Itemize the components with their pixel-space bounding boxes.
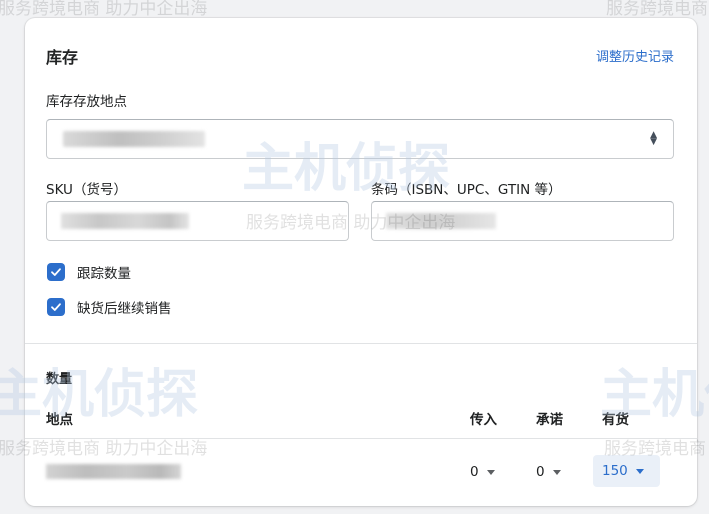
location-select-value	[63, 131, 205, 147]
committed-value: 0	[536, 464, 545, 480]
continue-selling-label: 缺货后继续销售	[77, 301, 172, 317]
column-header-location: 地点	[46, 412, 73, 428]
checkmark-icon	[51, 303, 61, 311]
continue-selling-checkbox[interactable]	[47, 298, 65, 316]
checkmark-icon	[51, 268, 61, 276]
watermark-slogan: 服务跨境电商 助力中企出海	[0, 0, 208, 19]
adjustment-history-link[interactable]: 调整历史记录	[596, 46, 674, 65]
location-label: 库存存放地点	[46, 94, 127, 110]
location-select[interactable]: ▲ ▼	[46, 119, 674, 159]
card-title: 库存	[46, 48, 79, 67]
track-quantity-checkbox[interactable]	[47, 263, 65, 281]
track-quantity-label: 跟踪数量	[77, 266, 131, 282]
barcode-input-value	[386, 213, 496, 229]
committed-dropdown[interactable]: 0	[536, 460, 561, 484]
caret-down-icon	[552, 469, 561, 475]
column-header-committed: 承诺	[536, 412, 563, 428]
column-header-incoming: 传入	[470, 412, 497, 428]
sku-input[interactable]	[46, 201, 349, 241]
continue-selling-row[interactable]: 缺货后继续销售	[47, 297, 172, 317]
column-header-available: 有货	[602, 412, 629, 428]
track-quantity-row[interactable]: 跟踪数量	[47, 262, 131, 282]
incoming-value: 0	[470, 464, 479, 480]
inventory-card: 库存 调整历史记录 库存存放地点 ▲ ▼ SKU（货号） 条码（ISBN、UPC、…	[25, 18, 697, 506]
table-row-divider	[25, 438, 697, 439]
available-dropdown[interactable]: 150	[593, 455, 660, 487]
available-value: 150	[602, 463, 628, 479]
barcode-label: 条码（ISBN、UPC、GTIN 等）	[371, 182, 562, 198]
section-divider	[25, 343, 697, 344]
barcode-input[interactable]	[371, 201, 674, 241]
incoming-dropdown[interactable]: 0	[470, 460, 495, 484]
quantity-section-title: 数量	[46, 372, 73, 387]
sku-label: SKU（货号）	[46, 182, 127, 198]
watermark-slogan: 服务跨境电商 助力中企出海	[606, 0, 709, 19]
sku-input-value	[61, 213, 189, 229]
caret-down-icon	[635, 468, 644, 474]
table-row-location	[46, 464, 181, 479]
select-updown-icon: ▲ ▼	[650, 130, 657, 147]
caret-down-icon	[486, 469, 495, 475]
